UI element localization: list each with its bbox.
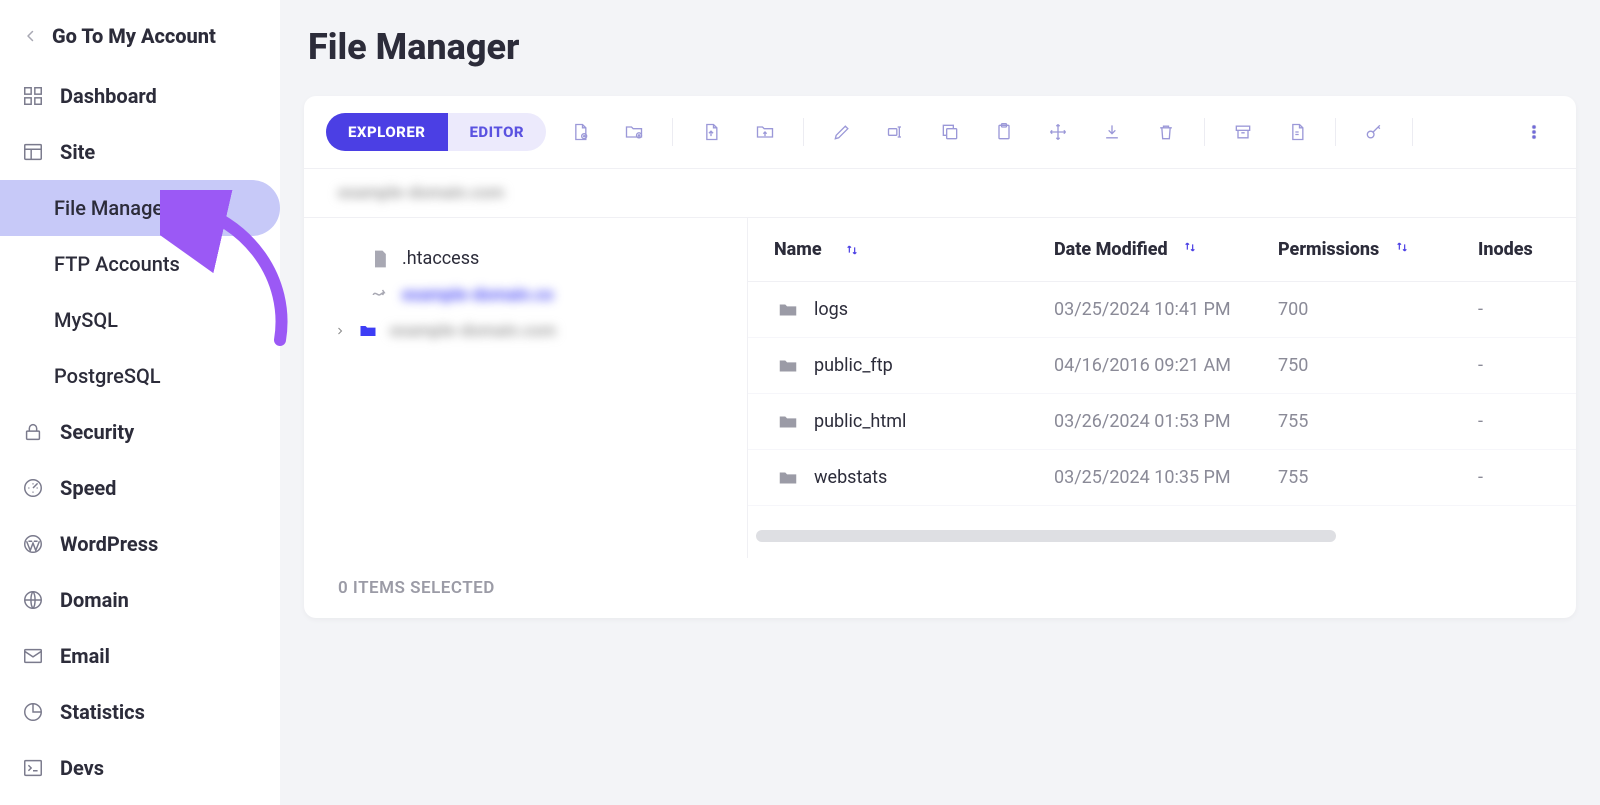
pie-icon — [22, 701, 44, 723]
sort-icon — [1394, 239, 1410, 255]
sort-icon — [844, 242, 860, 258]
mail-icon — [22, 645, 44, 667]
upload-file-button[interactable] — [691, 112, 731, 152]
new-file-button[interactable] — [560, 112, 600, 152]
tree-file-htaccess[interactable]: .htaccess — [324, 240, 727, 277]
table-row[interactable]: webstats 03/25/2024 10:35 PM 755 - — [748, 450, 1576, 506]
extract-button[interactable] — [1277, 112, 1317, 152]
delete-button[interactable] — [1146, 112, 1186, 152]
rename-button[interactable] — [876, 112, 916, 152]
folder-icon — [774, 299, 802, 321]
folder-icon — [358, 321, 378, 341]
sidebar-item-speed[interactable]: Speed — [0, 460, 280, 516]
tree-pane: .htaccess example-domain.co example-doma… — [304, 218, 748, 558]
sidebar-item-wordpress[interactable]: WordPress — [0, 516, 280, 572]
archive-button[interactable] — [1223, 112, 1263, 152]
sidebar-label: Site — [60, 140, 95, 164]
sidebar-item-postgresql[interactable]: PostgreSQL — [0, 348, 280, 404]
separator — [1335, 118, 1336, 146]
download-icon — [1102, 122, 1122, 142]
gauge-icon — [22, 477, 44, 499]
upload-folder-icon — [755, 122, 775, 142]
file-icon — [370, 249, 390, 269]
tree-folder-item[interactable]: example-domain.com — [324, 313, 727, 349]
new-folder-button[interactable] — [614, 112, 654, 152]
key-icon — [1364, 122, 1384, 142]
separator — [1204, 118, 1205, 146]
pencil-icon — [832, 122, 852, 142]
sidebar: Go To My Account Dashboard Site File Man… — [0, 0, 280, 805]
go-to-account-label: Go To My Account — [52, 24, 216, 48]
layout-icon — [22, 141, 44, 163]
chevron-right-icon[interactable] — [334, 325, 346, 337]
toolbar: EXPLORER EDITOR — [304, 96, 1576, 169]
sidebar-item-dashboard[interactable]: Dashboard — [0, 68, 280, 124]
separator — [803, 118, 804, 146]
arrow-left-icon — [22, 27, 40, 45]
col-header-inodes[interactable]: Inodes — [1478, 239, 1576, 260]
folder-icon — [774, 355, 802, 377]
table-row[interactable]: public_ftp 04/16/2016 09:21 AM 750 - — [748, 338, 1576, 394]
page-title: File Manager — [308, 26, 1576, 68]
sidebar-item-site[interactable]: Site — [0, 124, 280, 180]
sidebar-item-ftp-accounts[interactable]: FTP Accounts — [0, 236, 280, 292]
explorer-tab[interactable]: EXPLORER — [326, 113, 448, 151]
upload-folder-button[interactable] — [745, 112, 785, 152]
sidebar-item-statistics[interactable]: Statistics — [0, 684, 280, 740]
upload-file-icon — [701, 122, 721, 142]
wordpress-icon — [22, 533, 44, 555]
col-header-date[interactable]: Date Modified — [1054, 239, 1278, 260]
mode-toggle: EXPLORER EDITOR — [326, 113, 546, 151]
breadcrumb[interactable]: example-domain.com — [304, 169, 1576, 218]
sidebar-item-security[interactable]: Security — [0, 404, 280, 460]
new-file-icon — [570, 122, 590, 142]
separator — [1412, 118, 1413, 146]
paste-button[interactable] — [984, 112, 1024, 152]
status-bar: 0 ITEMS SELECTED — [304, 558, 1576, 618]
sidebar-item-domain[interactable]: Domain — [0, 572, 280, 628]
folder-icon — [774, 411, 802, 433]
col-header-permissions[interactable]: Permissions — [1278, 239, 1478, 260]
new-folder-icon — [624, 122, 644, 142]
go-to-account-link[interactable]: Go To My Account — [0, 14, 280, 68]
lock-icon — [22, 421, 44, 443]
table-row[interactable]: logs 03/25/2024 10:41 PM 700 - — [748, 282, 1576, 338]
globe-icon — [22, 589, 44, 611]
grid-icon — [22, 85, 44, 107]
file-manager-panel: EXPLORER EDITOR — [304, 96, 1576, 618]
sidebar-item-file-manager[interactable]: File Manager — [0, 180, 280, 236]
tree-share-item[interactable]: example-domain.co — [324, 277, 727, 313]
archive-icon — [1233, 122, 1253, 142]
separator — [672, 118, 673, 146]
sidebar-item-email[interactable]: Email — [0, 628, 280, 684]
terminal-icon — [22, 757, 44, 779]
folder-icon — [774, 467, 802, 489]
editor-tab[interactable]: EDITOR — [448, 113, 547, 151]
col-header-name[interactable]: Name — [774, 239, 1054, 260]
sidebar-label: Dashboard — [60, 84, 157, 108]
move-icon — [1048, 122, 1068, 142]
copy-button[interactable] — [930, 112, 970, 152]
table-header: Name Date Modified Permissions Inod — [748, 218, 1576, 282]
permissions-button[interactable] — [1354, 112, 1394, 152]
move-button[interactable] — [1038, 112, 1078, 152]
clipboard-icon — [994, 122, 1014, 142]
file-table: Name Date Modified Permissions Inod — [748, 218, 1576, 558]
edit-button[interactable] — [822, 112, 862, 152]
more-menu-button[interactable] — [1514, 112, 1554, 152]
table-row[interactable]: public_html 03/26/2024 01:53 PM 755 - — [748, 394, 1576, 450]
trash-icon — [1156, 122, 1176, 142]
sidebar-item-devs[interactable]: Devs — [0, 740, 280, 796]
horizontal-scrollbar[interactable] — [756, 530, 1336, 542]
extract-icon — [1287, 122, 1307, 142]
main-content: File Manager EXPLORER EDITOR — [280, 0, 1600, 805]
rename-icon — [886, 122, 906, 142]
download-button[interactable] — [1092, 112, 1132, 152]
dots-vertical-icon — [1524, 122, 1544, 142]
share-icon — [370, 285, 390, 305]
breadcrumb-path: example-domain.com — [338, 183, 504, 203]
sort-icon — [1182, 239, 1198, 255]
sidebar-item-mysql[interactable]: MySQL — [0, 292, 280, 348]
copy-icon — [940, 122, 960, 142]
